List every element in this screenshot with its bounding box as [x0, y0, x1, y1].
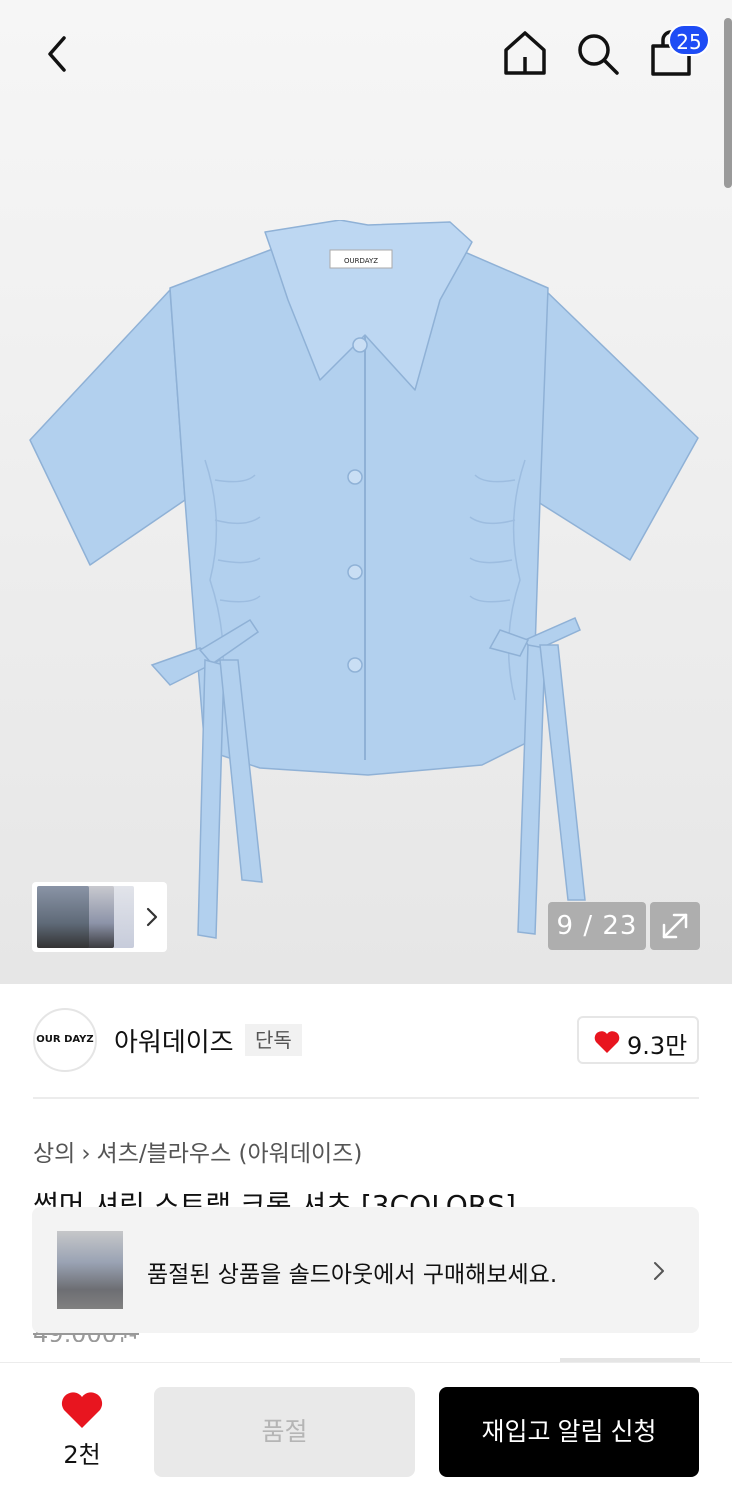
product-shirt-image: OURDAYZ	[29, 220, 699, 939]
back-arrow-icon[interactable]	[38, 32, 78, 76]
chevron-right-icon	[654, 1262, 664, 1280]
product-image-gallery[interactable]: 25 OURDAYZ 9 / 23	[0, 0, 732, 984]
page-scrollbar[interactable]	[724, 18, 732, 188]
breadcrumb-category[interactable]: 상의	[33, 1141, 75, 1167]
breadcrumb-subcategory[interactable]: 셔츠/블라우스 (아워데이즈)	[97, 1141, 363, 1167]
soldout-button[interactable]: 품절	[154, 1387, 415, 1477]
brand-logo[interactable]: OUR DAYZ	[33, 1008, 97, 1072]
search-icon[interactable]	[574, 30, 622, 78]
cart-count-badge: 25	[668, 24, 710, 56]
heart-icon	[594, 1031, 620, 1053]
brand-like-button[interactable]: 9.3만	[577, 1016, 699, 1064]
gallery-thumbnail-strip[interactable]	[32, 882, 167, 952]
chevron-right-icon: ›	[81, 1141, 91, 1167]
soldout-promo-banner[interactable]: 품절된 상품을 솔드아웃에서 구매해보세요.	[32, 1207, 699, 1333]
exclusive-badge: 단독	[245, 1024, 302, 1056]
wishlist-button[interactable]: 2천	[56, 1391, 108, 1471]
expand-icon[interactable]	[650, 902, 700, 950]
heart-icon	[61, 1392, 103, 1428]
image-counter: 9 / 23	[548, 902, 646, 950]
thumbnail-image[interactable]	[37, 886, 89, 948]
shirt-label-text: OURDAYZ	[344, 257, 378, 265]
top-navigation-bar: 25	[0, 0, 732, 106]
chevron-right-icon[interactable]	[144, 904, 160, 930]
section-divider	[33, 1097, 699, 1099]
wishlist-count: 2천	[63, 1441, 101, 1469]
breadcrumb: 상의 › 셔츠/블라우스 (아워데이즈)	[33, 1134, 362, 1168]
home-icon[interactable]	[500, 28, 550, 78]
restock-alert-button[interactable]: 재입고 알림 신청	[439, 1387, 699, 1477]
brand-name[interactable]: 아워데이즈	[114, 1022, 234, 1059]
brand-like-count: 9.3만	[627, 1032, 688, 1060]
banner-message: 품절된 상품을 솔드아웃에서 구매해보세요.	[147, 1262, 558, 1288]
purchase-action-bar: 2천 품절 재입고 알림 신청	[0, 1362, 732, 1500]
product-thumbnail	[57, 1231, 123, 1309]
